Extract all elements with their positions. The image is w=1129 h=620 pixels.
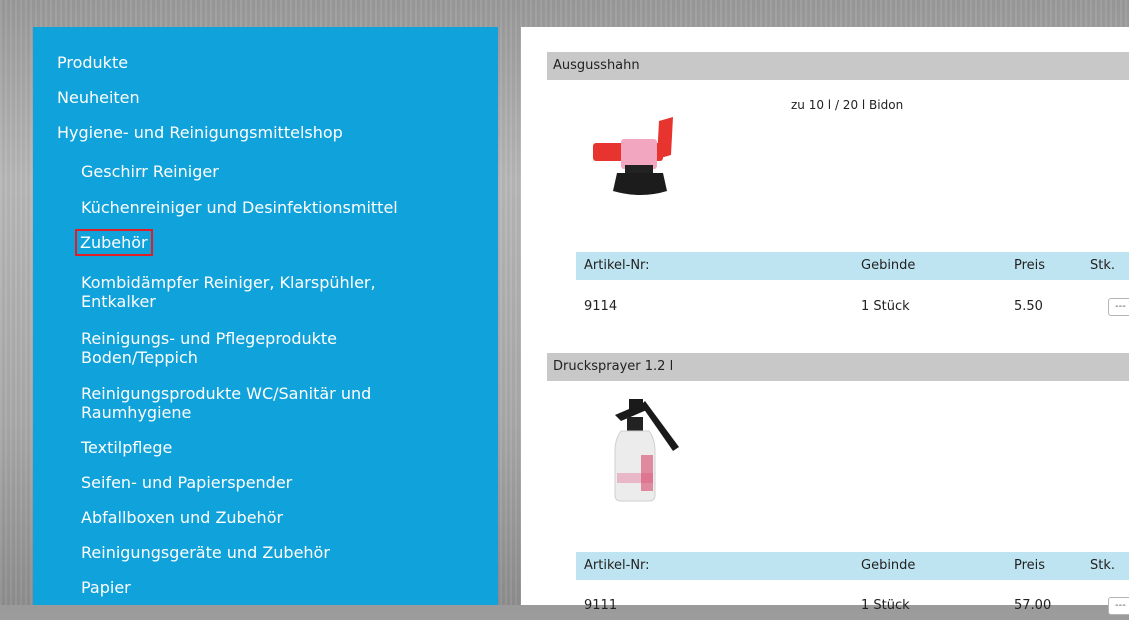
sidebar-item-geschirr-reiniger[interactable]: Geschirr Reiniger — [81, 162, 219, 181]
sidebar-item-papier[interactable]: Papier — [81, 578, 131, 597]
column-artikel-nr: Artikel-Nr: — [584, 558, 650, 573]
artikel-nr-value: 9111 — [584, 598, 618, 613]
sidebar-item-wc-sanitaer[interactable]: Reinigungsprodukte WC/Sanitär und Raumhy… — [81, 384, 431, 422]
sidebar-item-neuheiten[interactable]: Neuheiten — [57, 88, 140, 107]
preis-value: 5.50 — [1014, 299, 1043, 314]
column-artikel-nr: Artikel-Nr: — [584, 258, 650, 273]
column-preis: Preis — [1014, 558, 1046, 573]
sidebar-item-zubehoer[interactable]: Zubehör — [75, 229, 153, 256]
sidebar-item-hygiene-shop[interactable]: Hygiene- und Reinigungsmittelshop — [57, 123, 343, 142]
sidebar-item-produkte[interactable]: Produkte — [57, 53, 128, 72]
preis-value: 57.00 — [1014, 598, 1052, 613]
column-gebinde: Gebinde — [861, 258, 916, 273]
product-title: Ausgusshahn — [547, 52, 1129, 80]
table-header: Artikel-Nr: Gebinde Preis Stk. — [576, 552, 1129, 580]
quantity-select[interactable]: --- — [1108, 298, 1129, 316]
table-header: Artikel-Nr: Gebinde Preis Stk. — [576, 252, 1129, 280]
sidebar-item-textilpflege[interactable]: Textilpflege — [81, 438, 172, 457]
artikel-nr-value: 9114 — [584, 299, 618, 314]
gebinde-value: 1 Stück — [861, 598, 910, 613]
sidebar-item-boden-teppich[interactable]: Reinigungs- und Pflegeprodukte Boden/Tep… — [81, 329, 431, 367]
column-stk: Stk. — [1090, 558, 1116, 573]
gebinde-value: 1 Stück — [861, 299, 910, 314]
table-row: 9111 1 Stück 57.00 --- — [576, 592, 1129, 620]
sidebar-item-reinigungsgeraete[interactable]: Reinigungsgeräte und Zubehör — [81, 543, 330, 562]
table-row: 9114 1 Stück 5.50 --- — [576, 293, 1129, 321]
quantity-select[interactable]: --- — [1108, 597, 1129, 615]
spout-tap-image[interactable] — [581, 109, 691, 199]
sidebar-item-kombidaempfer[interactable]: Kombidämpfer Reiniger, Klarspühler, Entk… — [81, 273, 431, 311]
product-description: zu 10 l / 20 l Bidon — [791, 98, 904, 112]
column-stk: Stk. — [1090, 258, 1116, 273]
product-title: Drucksprayer 1.2 l — [547, 353, 1129, 381]
category-sidebar: Produkte Neuheiten Hygiene- und Reinigun… — [33, 27, 498, 605]
product-list: Ausgusshahn zu 10 l / 20 l Bidon Artikel… — [521, 27, 1129, 615]
sidebar-item-kuechenreiniger[interactable]: Küchenreiniger und Desinfektionsmittel — [81, 198, 398, 217]
sidebar-item-seifenspender[interactable]: Seifen- und Papierspender — [81, 473, 292, 492]
pressure-sprayer-image[interactable] — [601, 395, 701, 505]
column-gebinde: Gebinde — [861, 558, 916, 573]
sidebar-item-abfallboxen[interactable]: Abfallboxen und Zubehör — [81, 508, 283, 527]
column-preis: Preis — [1014, 258, 1046, 273]
